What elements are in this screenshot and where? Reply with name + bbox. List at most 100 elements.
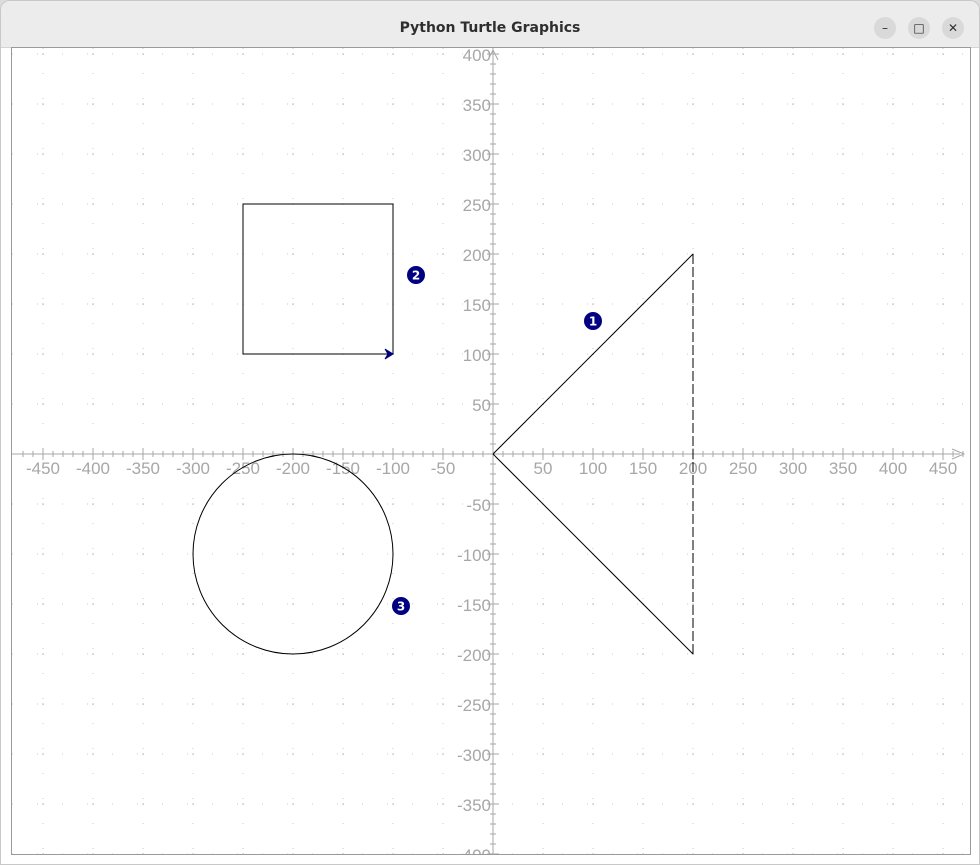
- grid-dot: [442, 553, 444, 555]
- grid-dot: [792, 753, 794, 755]
- grid-dot: [192, 103, 194, 105]
- grid-dot: [942, 203, 944, 205]
- grid-dot: [92, 553, 94, 555]
- y-axis-tick-label: -100: [457, 546, 491, 565]
- grid-dot: [42, 53, 44, 55]
- grid-dot: [442, 853, 444, 854]
- grid-dot: [142, 553, 144, 555]
- grid-dot: [642, 153, 644, 155]
- grid-dot: [342, 553, 344, 555]
- grid-dot: [142, 853, 144, 854]
- x-axis-tick-label: 150: [629, 459, 657, 478]
- grid-dot: [392, 53, 394, 55]
- grid-dot: [542, 53, 544, 55]
- grid-dot: [192, 853, 194, 854]
- grid-dot: [192, 653, 194, 655]
- x-axis-tick-label: 50: [534, 459, 553, 478]
- grid-dot: [242, 853, 244, 854]
- grid-dot: [642, 803, 644, 805]
- x-axis-tick-label: 450: [929, 459, 957, 478]
- grid-dot: [892, 503, 894, 505]
- turtle-canvas[interactable]: -450 -400 -350 -300 -250 -200 -150 -100 -50 50 100…: [11, 47, 971, 855]
- grid-dot: [942, 353, 944, 355]
- grid-dot: [342, 403, 344, 405]
- grid-dot: [442, 653, 444, 655]
- grid-dot: [842, 53, 844, 55]
- grid-dot: [942, 653, 944, 655]
- grid-dot: [742, 153, 744, 155]
- grid-dot: [792, 403, 794, 405]
- grid-dot: [642, 753, 644, 755]
- grid-dot: [592, 253, 594, 255]
- x-axis-tick-label: 300: [779, 459, 807, 478]
- grid-dot: [242, 753, 244, 755]
- grid-dot: [642, 353, 644, 355]
- title-bar[interactable]: Python Turtle Graphics – □ ✕: [1, 1, 979, 48]
- grid-dot: [242, 103, 244, 105]
- grid-dot: [92, 603, 94, 605]
- grid-dot: [692, 703, 694, 705]
- grid-dot: [142, 103, 144, 105]
- grid-dot: [392, 153, 394, 155]
- grid-dot: [442, 253, 444, 255]
- grid-dot: [892, 753, 894, 755]
- grid-dot: [892, 803, 894, 805]
- grid-dot: [192, 803, 194, 805]
- y-axis-tick-label: 350: [463, 96, 491, 115]
- grid-dot: [92, 703, 94, 705]
- grid-dot: [92, 203, 94, 205]
- grid-dot: [342, 753, 344, 755]
- grid-dot: [742, 703, 744, 705]
- grid-dot: [592, 603, 594, 605]
- maximize-button[interactable]: □: [908, 17, 930, 39]
- grid-dot: [142, 203, 144, 205]
- grid-dot: [192, 253, 194, 255]
- grid-dot: [742, 603, 744, 605]
- grid-dot: [142, 353, 144, 355]
- y-axis-tick-label: -350: [457, 796, 491, 815]
- grid-dot: [42, 753, 44, 755]
- grid-dot: [292, 603, 294, 605]
- minimize-button[interactable]: –: [874, 17, 896, 39]
- grid-dot: [342, 653, 344, 655]
- grid-dot: [92, 303, 94, 305]
- grid-dot: [192, 753, 194, 755]
- grid-dot: [142, 803, 144, 805]
- grid-dot: [742, 203, 744, 205]
- y-axis-tick-label: 300: [463, 146, 491, 165]
- x-axis-tick-label: 250: [729, 459, 757, 478]
- grid-dot: [892, 203, 894, 205]
- grid-dot: [792, 803, 794, 805]
- grid-dot: [742, 103, 744, 105]
- grid-dot: [192, 703, 194, 705]
- grid-dot: [42, 553, 44, 555]
- close-button[interactable]: ✕: [942, 17, 964, 39]
- grid-dot: [792, 353, 794, 355]
- grid-dot: [442, 753, 444, 755]
- grid-dot: [892, 103, 894, 105]
- grid-dot: [142, 753, 144, 755]
- grid-dot: [292, 53, 294, 55]
- grid-dot: [842, 253, 844, 255]
- grid-dot: [742, 53, 744, 55]
- grid-dot: [842, 803, 844, 805]
- grid-dot: [742, 653, 744, 655]
- grid-dot: [792, 203, 794, 205]
- grid-dot: [542, 253, 544, 255]
- grid-dot: [542, 303, 544, 305]
- grid-dot: [892, 53, 894, 55]
- grid-dot: [92, 503, 94, 505]
- grid-dot: [342, 803, 344, 805]
- grid-dot: [442, 403, 444, 405]
- grid-dot: [592, 803, 594, 805]
- grid-dot: [692, 103, 694, 105]
- grid-dot: [542, 753, 544, 755]
- grid-dot: [692, 153, 694, 155]
- grid-dot: [292, 553, 294, 555]
- grid-dot: [242, 803, 244, 805]
- y-axis-tick-label: -250: [457, 696, 491, 715]
- grid-dot: [92, 803, 94, 805]
- grid-dot: [342, 103, 344, 105]
- grid-dot: [942, 303, 944, 305]
- grid-dot: [592, 53, 594, 55]
